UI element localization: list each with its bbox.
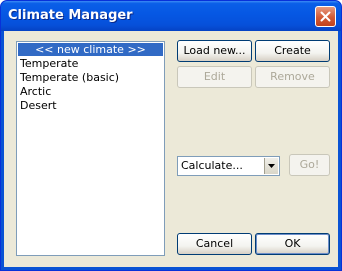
- list-item-temperate[interactable]: Temperate: [18, 57, 163, 70]
- create-button[interactable]: Create: [255, 40, 330, 62]
- ok-button[interactable]: OK: [255, 233, 330, 255]
- dropdown-arrow-button[interactable]: [264, 158, 278, 174]
- climate-manager-window: Climate Manager << new climate >> Temper…: [0, 0, 342, 271]
- climate-list[interactable]: << new climate >> Temperate Temperate (b…: [16, 41, 165, 256]
- list-item-arctic[interactable]: Arctic: [18, 85, 163, 98]
- list-item-temperate-basic[interactable]: Temperate (basic): [18, 71, 163, 84]
- close-icon: [320, 11, 331, 22]
- go-button[interactable]: Go!: [289, 154, 330, 176]
- dialog-body: << new climate >> Temperate Temperate (b…: [4, 31, 338, 267]
- close-button[interactable]: [315, 6, 336, 27]
- list-item-desert[interactable]: Desert: [18, 99, 163, 112]
- calculate-dropdown-value: Calculate...: [181, 159, 243, 172]
- cancel-button[interactable]: Cancel: [177, 233, 252, 255]
- list-item-new-climate[interactable]: << new climate >>: [18, 43, 163, 56]
- title-bar[interactable]: Climate Manager: [1, 1, 341, 31]
- load-new-button[interactable]: Load new...: [177, 40, 252, 62]
- edit-button[interactable]: Edit: [177, 66, 252, 88]
- calculate-dropdown[interactable]: Calculate...: [177, 156, 280, 176]
- window-title: Climate Manager: [8, 8, 133, 23]
- chevron-down-icon: [268, 164, 275, 168]
- remove-button[interactable]: Remove: [255, 66, 330, 88]
